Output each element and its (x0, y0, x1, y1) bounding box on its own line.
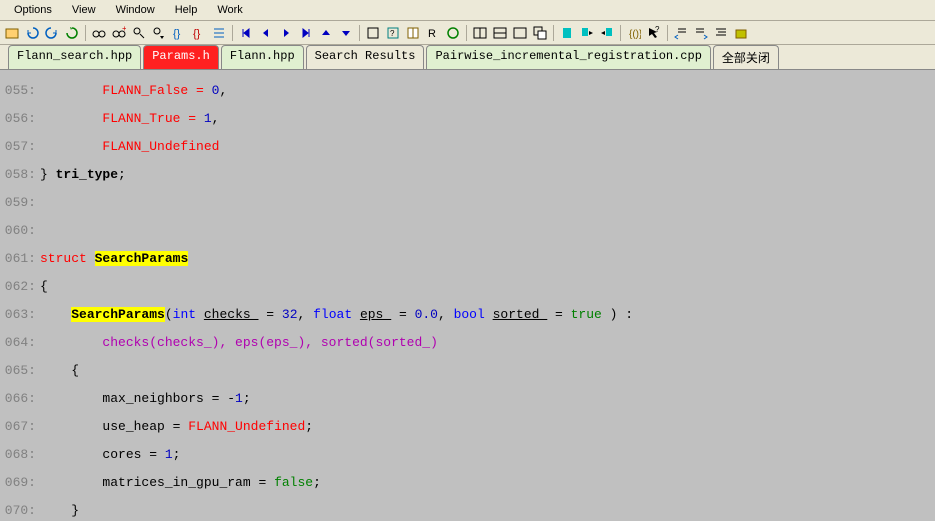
line-number: 056: (0, 112, 40, 126)
refresh-icon[interactable] (63, 24, 81, 42)
menu-options[interactable]: Options (4, 2, 62, 18)
tab-flann[interactable]: Flann.hpp (221, 45, 304, 69)
svg-text:{}: {} (173, 28, 181, 40)
svg-text:R: R (428, 28, 436, 40)
tab-flann-search[interactable]: Flann_search.hpp (8, 45, 141, 69)
svg-text:{}: {} (193, 28, 201, 40)
find-icon[interactable] (130, 24, 148, 42)
line-number: 063: (0, 308, 40, 322)
tab-close-all[interactable]: 全部关闭 (713, 45, 779, 69)
compile-icon[interactable] (732, 24, 750, 42)
line-number: 068: (0, 448, 40, 462)
menubar: Options View Window Help Work (0, 0, 935, 21)
indent-left-icon[interactable] (672, 24, 690, 42)
tool-r-icon[interactable]: R (424, 24, 442, 42)
line-number: 062: (0, 280, 40, 294)
tool-a-icon[interactable] (364, 24, 382, 42)
line-number: 065: (0, 364, 40, 378)
binoculars-icon[interactable] (90, 24, 108, 42)
nav-back-icon[interactable] (257, 24, 275, 42)
curly-icon[interactable]: {()} (625, 24, 643, 42)
find-next-icon[interactable] (150, 24, 168, 42)
line-number: 057: (0, 140, 40, 154)
tab-search-results[interactable]: Search Results (306, 45, 425, 69)
menu-work[interactable]: Work (207, 2, 252, 18)
nav-last-icon[interactable] (297, 24, 315, 42)
binoculars-plus-icon[interactable]: + (110, 24, 128, 42)
indent-right-icon[interactable] (692, 24, 710, 42)
line-number: 058: (0, 168, 40, 182)
bookmark-next-icon[interactable] (578, 24, 596, 42)
line-number: 067: (0, 420, 40, 434)
nav-up-icon[interactable] (317, 24, 335, 42)
menu-help[interactable]: Help (165, 2, 208, 18)
code-editor[interactable]: 055: FLANN_False = 0, 056: FLANN_True = … (0, 70, 935, 521)
tab-params[interactable]: Params.h (143, 45, 219, 69)
bookmark-icon[interactable] (558, 24, 576, 42)
bookmark-prev-icon[interactable] (598, 24, 616, 42)
svg-text:+: + (122, 26, 126, 33)
brackets-icon[interactable]: {} (170, 24, 188, 42)
tab-bar: Flann_search.hpp Params.h Flann.hpp Sear… (0, 45, 935, 70)
menu-window[interactable]: Window (106, 2, 165, 18)
book-icon[interactable] (404, 24, 422, 42)
line-number: 059: (0, 196, 40, 210)
line-number: 055: (0, 84, 40, 98)
undo-icon[interactable] (23, 24, 41, 42)
brackets-red-icon[interactable]: {} (190, 24, 208, 42)
menu-view[interactable]: View (62, 2, 106, 18)
tab-pairwise[interactable]: Pairwise_incremental_registration.cpp (426, 45, 710, 69)
refresh-green-icon[interactable] (444, 24, 462, 42)
toolbar: + {} {} ? R {()} ? (0, 21, 935, 45)
open-file-icon[interactable] (3, 24, 21, 42)
window-split-h-icon[interactable] (471, 24, 489, 42)
line-number: 061: (0, 252, 40, 266)
line-number: 060: (0, 224, 40, 238)
help-cursor-icon[interactable]: ? (645, 24, 663, 42)
nav-first-icon[interactable] (237, 24, 255, 42)
line-number: 064: (0, 336, 40, 350)
line-number: 066: (0, 392, 40, 406)
redo-icon[interactable] (43, 24, 61, 42)
svg-text:?: ? (655, 26, 660, 34)
nav-forward-icon[interactable] (277, 24, 295, 42)
svg-text:{()}: {()} (629, 29, 641, 40)
nav-down-icon[interactable] (337, 24, 355, 42)
line-number: 069: (0, 476, 40, 490)
tool-b-icon[interactable]: ? (384, 24, 402, 42)
window-split-v-icon[interactable] (491, 24, 509, 42)
line-number: 070: (0, 504, 40, 518)
window-cascade-icon[interactable] (531, 24, 549, 42)
svg-text:?: ? (390, 29, 395, 38)
window-single-icon[interactable] (511, 24, 529, 42)
format-icon[interactable] (712, 24, 730, 42)
list-icon[interactable] (210, 24, 228, 42)
